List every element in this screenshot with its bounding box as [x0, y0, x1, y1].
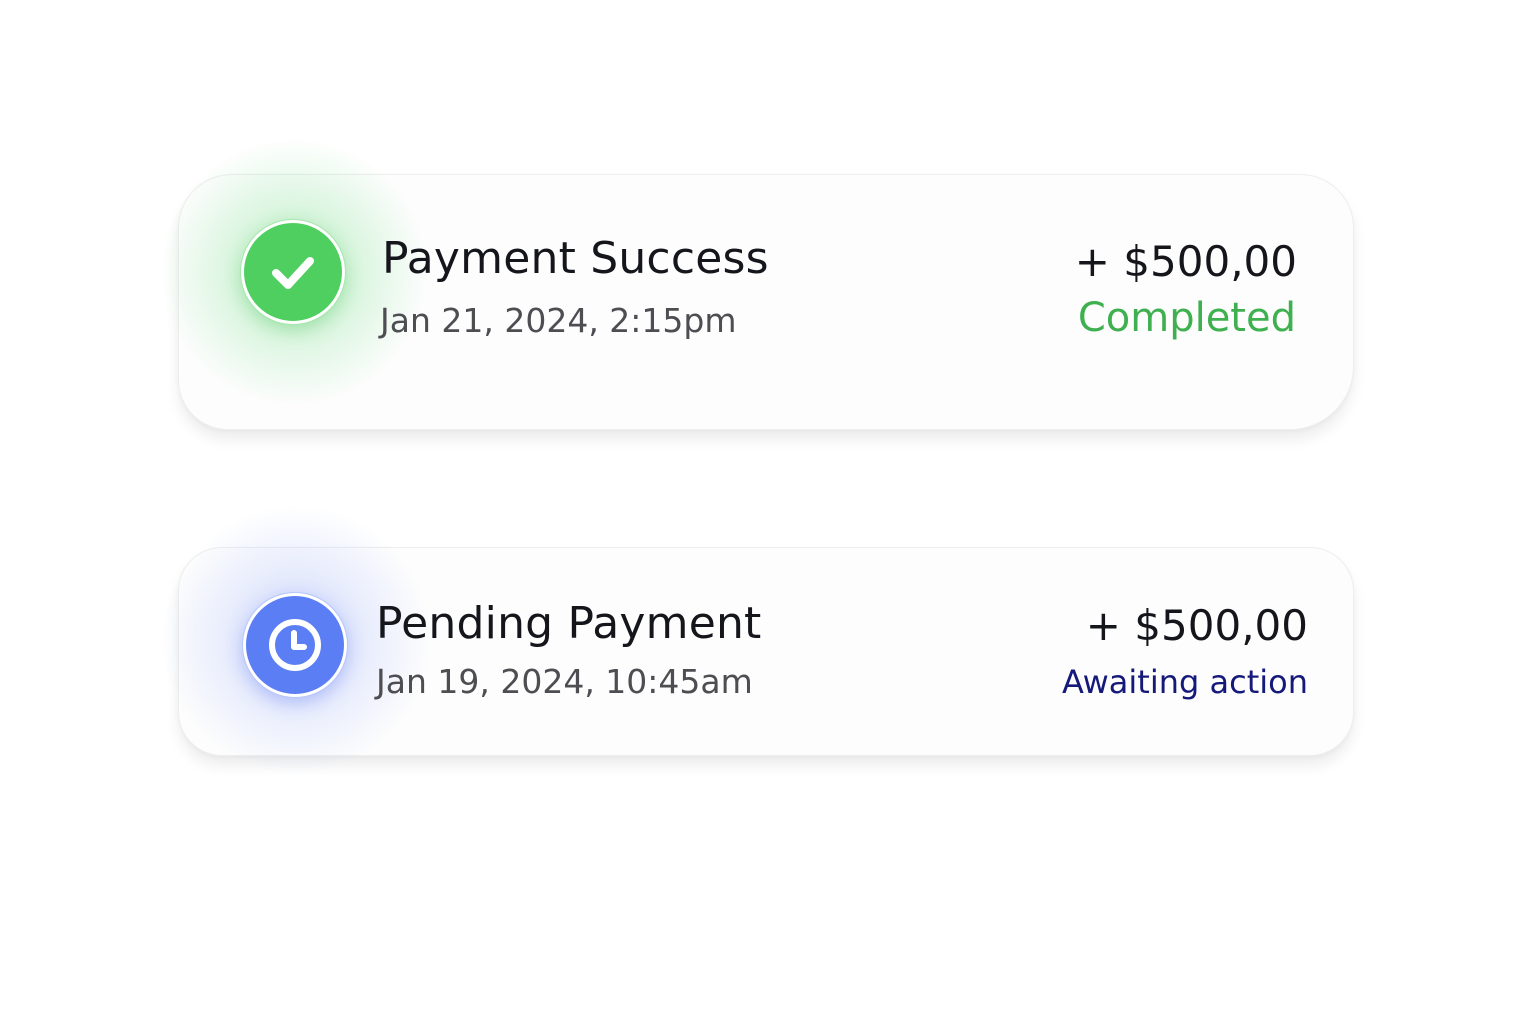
transaction-status-label: Completed: [1077, 295, 1296, 341]
clock-icon: [269, 619, 321, 671]
transaction-card-payment-success[interactable]: Payment Success Jan 21, 2024, 2:15pm + $…: [154, 132, 1354, 430]
pending-status-icon: [243, 593, 347, 697]
transaction-amount: + $500,00: [1085, 601, 1308, 650]
transaction-amount: + $500,00: [1074, 237, 1297, 286]
transactions-list: Payment Success Jan 21, 2024, 2:15pm + $…: [0, 0, 1536, 1024]
transaction-card-pending-payment[interactable]: Pending Payment Jan 19, 2024, 10:45am + …: [156, 500, 1354, 780]
success-status-icon: [241, 220, 345, 324]
transaction-datetime: Jan 21, 2024, 2:15pm: [380, 301, 737, 340]
transaction-title: Payment Success: [382, 233, 769, 284]
transaction-datetime: Jan 19, 2024, 10:45am: [376, 662, 753, 701]
transaction-title: Pending Payment: [376, 598, 762, 649]
transaction-status-label: Awaiting action: [1062, 663, 1308, 701]
check-icon: [272, 257, 314, 289]
